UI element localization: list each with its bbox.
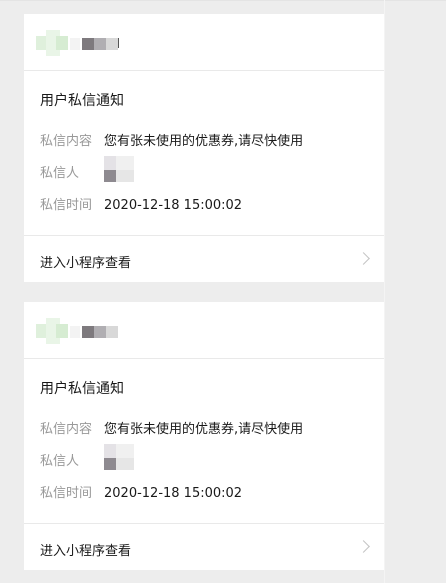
time-label: 私信时间 [40,486,93,501]
content-row: 私信内容 您有张未使用的优惠券,请尽快使用 [40,130,303,149]
blurred-sender [104,156,152,182]
content-label: 私信内容 [40,422,93,437]
chevron-right-icon [357,540,370,553]
card-header [24,14,384,71]
open-miniprogram-link[interactable]: 进入小程序查看 [24,235,384,283]
top-divider [0,0,446,1]
blurred-account-avatar [36,30,126,56]
sender-row: 私信人 [40,450,104,469]
open-miniprogram-label: 进入小程序查看 [40,544,132,559]
open-miniprogram-label: 进入小程序查看 [40,256,132,271]
sender-label: 私信人 [40,166,80,181]
content-value: 您有张未使用的优惠券,请尽快使用 [104,422,304,437]
time-row: 私信时间 2020-12-18 15:00:02 [40,482,242,501]
right-edge [384,0,385,583]
card-header [24,302,384,359]
sender-label: 私信人 [40,454,80,469]
sender-row: 私信人 [40,162,104,181]
time-label: 私信时间 [40,198,93,213]
blurred-account-avatar [36,318,126,344]
time-row: 私信时间 2020-12-18 15:00:02 [40,194,242,213]
open-miniprogram-link[interactable]: 进入小程序查看 [24,523,384,571]
notification-card[interactable]: 用户私信通知 私信内容 您有张未使用的优惠券,请尽快使用 私信人 私信时间 2020… [24,14,384,282]
content-row: 私信内容 您有张未使用的优惠券,请尽快使用 [40,418,303,437]
content-label: 私信内容 [40,134,93,149]
content-value: 您有张未使用的优惠券,请尽快使用 [104,134,304,149]
notification-title: 用户私信通知 [40,381,124,397]
chevron-right-icon [357,252,370,265]
time-value: 2020-12-18 15:00:02 [104,198,243,213]
notification-card[interactable]: 用户私信通知 私信内容 您有张未使用的优惠券,请尽快使用 私信人 私信时间 2020… [24,302,384,570]
time-value: 2020-12-18 15:00:02 [104,486,243,501]
notification-title: 用户私信通知 [40,93,124,109]
blurred-sender [104,444,152,470]
